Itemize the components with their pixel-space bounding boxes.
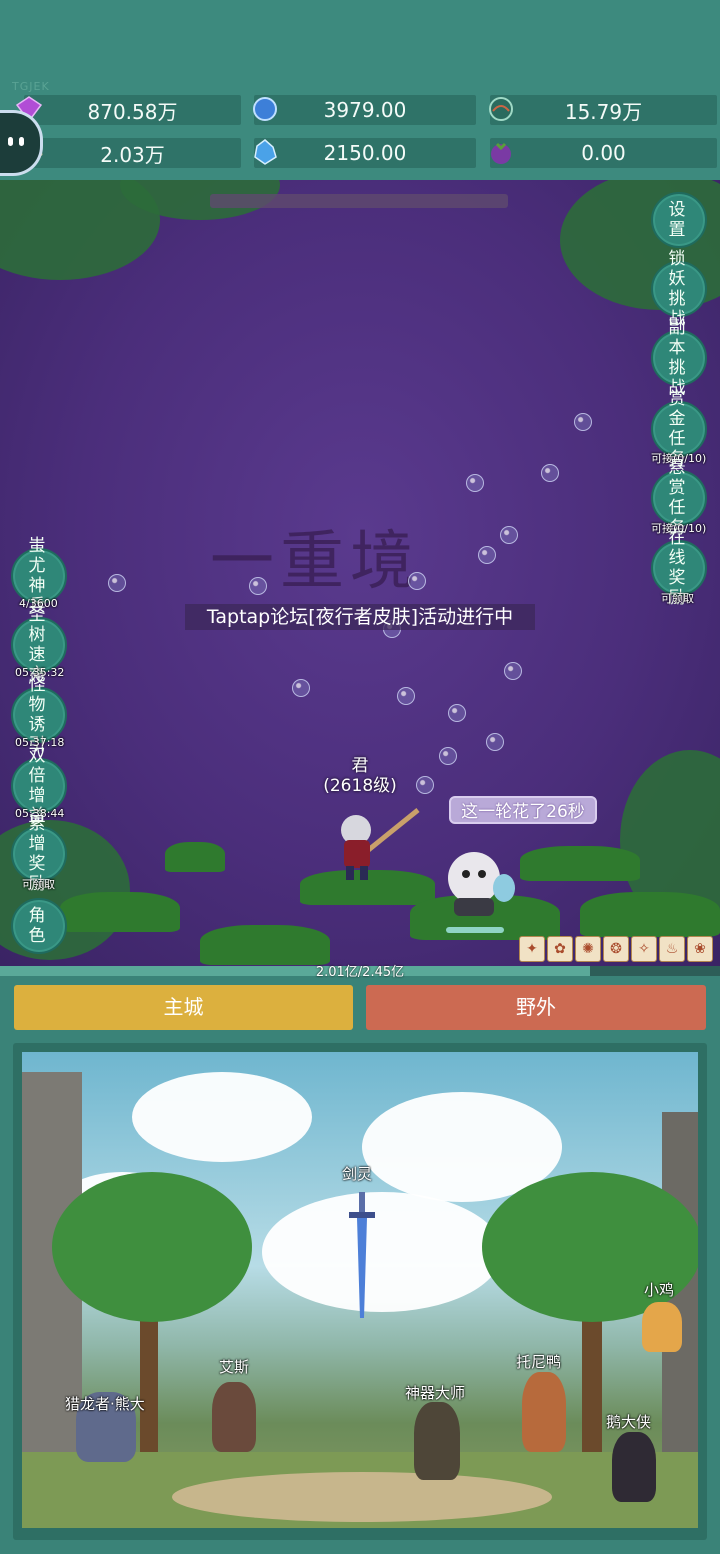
grass-platform: [60, 892, 180, 932]
chiyou-weapon-button[interactable]: 蚩尤神兵: [11, 536, 67, 616]
skill-icon-4[interactable]: ❂: [603, 936, 629, 962]
skill-icon-6[interactable]: ♨: [659, 936, 685, 962]
bubble: [448, 704, 466, 722]
skill-icon-5[interactable]: ✧: [631, 936, 657, 962]
battle-area: 一重境 Taptap论坛[夜行者皮肤]活动进行中 君 (2618级) 这一轮花了…: [0, 180, 720, 966]
hero-sprite: [341, 808, 420, 880]
grass-platform: [200, 925, 330, 965]
grass-platform: [580, 892, 720, 937]
bubble: [439, 747, 457, 765]
online-reward-status: 可领取: [661, 592, 694, 605]
round-time-tag: 这一轮花了26秒: [449, 796, 597, 824]
skill-icon-3[interactable]: ✺: [575, 936, 601, 962]
event-announcement: Taptap论坛[夜行者皮肤]活动进行中: [185, 604, 535, 630]
tab-main-city[interactable]: 主城: [14, 985, 353, 1030]
watermark: TGJEK: [12, 80, 50, 93]
character-button[interactable]: 角色: [11, 898, 67, 954]
town-scene: [22, 1052, 698, 1528]
npc-tony-duck[interactable]: [522, 1372, 566, 1452]
npc-label-sword-spirit: 剑灵: [342, 1165, 373, 1183]
realm-name: 一重境: [210, 525, 420, 599]
npc-label-chick: 小鸡: [644, 1281, 675, 1299]
resource-blue-crystal: 3979.00: [254, 95, 476, 125]
holy-tree-boost-button[interactable]: 圣树速充: [11, 605, 67, 685]
resource-scroll: 2.03万: [24, 138, 241, 168]
bubble: [478, 546, 496, 564]
bubble: [408, 572, 426, 590]
npc-label-artifact-master: 神器大师: [405, 1384, 466, 1402]
bounty-task-button[interactable]: 赏金任务: [651, 389, 707, 469]
dungeon-challenge-button[interactable]: 副本挑战: [651, 318, 707, 398]
stage-progress-bar: [210, 194, 508, 208]
npc-artifact-master[interactable]: [414, 1402, 460, 1480]
npc-label-goose-hero: 鹅大侠: [606, 1413, 652, 1431]
hero-name-label: 君 (2618级): [323, 756, 397, 796]
monster-hp-bar: [446, 927, 504, 933]
bubble: [397, 687, 415, 705]
settings-button[interactable]: 设置: [651, 192, 707, 248]
double-boost-button[interactable]: 双倍增益: [11, 746, 67, 826]
cumulative-reward-button[interactable]: 累增奖励: [11, 814, 67, 894]
berry-icon: [486, 137, 516, 167]
bubble: [574, 413, 592, 431]
bubble: [249, 577, 267, 595]
cloud: [132, 1072, 312, 1162]
demon-challenge-button[interactable]: 锁妖挑战: [651, 249, 707, 329]
bubble: [292, 679, 310, 697]
npc-label-ace: 艾斯: [219, 1358, 250, 1376]
blue-crystal-icon: [250, 94, 280, 124]
orb-icon: [486, 94, 516, 124]
bubble: [486, 733, 504, 751]
resource-orb: 15.79万: [490, 95, 717, 125]
ice-crystal-icon: [250, 137, 280, 167]
bubble: [504, 662, 522, 680]
npc-chick[interactable]: [642, 1302, 682, 1352]
resource-berry: 0.00: [490, 138, 717, 168]
monster-sprite: [448, 852, 515, 916]
player-hp-text: 2.01亿/2.45亿: [315, 965, 405, 980]
skill-icon-7[interactable]: ❀: [687, 936, 713, 962]
npc-ace[interactable]: [212, 1382, 256, 1452]
resource-purple-gem: 870.58万: [24, 95, 241, 125]
sword-spirit-sprite[interactable]: [347, 1192, 377, 1322]
bubble: [500, 526, 518, 544]
cloud: [262, 1192, 502, 1312]
cumulative-reward-status: 可领取: [22, 878, 55, 891]
online-reward-button[interactable]: 在线奖励: [651, 528, 707, 608]
npc-goose-hero[interactable]: [612, 1432, 656, 1502]
monster-lure-button[interactable]: 怪物诱引: [11, 675, 67, 755]
skill-icon-1[interactable]: ✦: [519, 936, 545, 962]
tree-left: [52, 1172, 252, 1322]
npc-label-tony-duck: 托尼鸭: [516, 1353, 562, 1371]
bubble: [108, 574, 126, 592]
reward-task-button[interactable]: 悬赏任务: [651, 458, 707, 538]
npc-label-dragon-hunter: 猎龙者·熊大: [65, 1395, 145, 1413]
bubble: [466, 474, 484, 492]
tab-wild[interactable]: 野外: [366, 985, 706, 1030]
resource-ice-crystal: 2150.00: [254, 138, 476, 168]
bubble: [541, 464, 559, 482]
grass-platform: [165, 842, 225, 872]
dirt-path: [172, 1472, 552, 1522]
grass-platform: [520, 846, 640, 881]
skill-icon-2[interactable]: ✿: [547, 936, 573, 962]
